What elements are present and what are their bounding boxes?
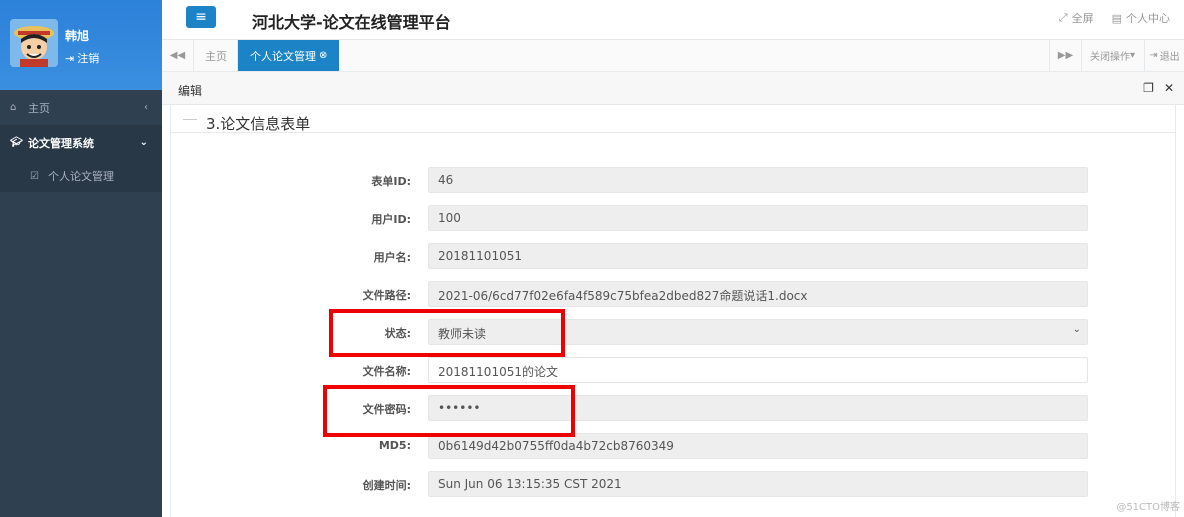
home-icon: ⌂ — [10, 102, 17, 113]
file-path-field[interactable]: 2021-06/6cd77f02e6fa4f589c75bfea2dbed827… — [428, 281, 1088, 307]
logout-label: 注销 — [77, 52, 100, 65]
sidebar: 韩旭 ⇥ 注销 ⌂ 主页 ‹ 🎓︎ 论文管理系统 ⌄ ☑ 个人论文管理 — [0, 0, 162, 517]
form-row-status: 状态: 教师未读 ⌄ — [171, 319, 1175, 345]
file-name-input[interactable]: 20181101051的论文 — [428, 357, 1088, 383]
chevron-left-icon: ‹ — [144, 102, 148, 113]
caret-down-icon: ▾ — [1129, 50, 1136, 61]
created-time-label: 创建时间: — [362, 479, 411, 492]
section-divider — [183, 119, 197, 120]
calendar-check-icon: ☑ — [30, 170, 39, 182]
section-header: 3.论文信息表单 — [171, 105, 1175, 133]
username-label: 用户名: — [373, 251, 411, 264]
form-row-username: 用户名: 20181101051 — [171, 243, 1175, 269]
form-row-user-id: 用户ID: 100 — [171, 205, 1175, 231]
sidebar-item-label: 主页 — [28, 101, 50, 115]
personal-center-label: 个人中心 — [1126, 12, 1170, 25]
edit-panel: 编辑 ❐ ✕ 3.论文信息表单 表单ID: 46 用户ID: 100 用户名: … — [162, 72, 1184, 517]
panel-header: 编辑 ❐ ✕ — [162, 72, 1184, 105]
password-highlight-box — [323, 385, 575, 437]
form-row-created-time: 创建时间: Sun Jun 06 13:15:35 CST 2021 — [171, 471, 1175, 497]
chevron-down-icon: ⌄ — [139, 137, 148, 148]
file-name-label: 文件名称: — [362, 365, 411, 378]
user-id-field[interactable]: 100 — [428, 205, 1088, 231]
created-time-field[interactable]: Sun Jun 06 13:15:35 CST 2021 — [428, 471, 1088, 497]
sidebar-item-thesis-system[interactable]: 🎓︎ 论文管理系统 ⌄ — [0, 125, 162, 160]
form-id-field[interactable]: 46 — [428, 167, 1088, 193]
logout-link[interactable]: ⇥ 注销 — [65, 50, 99, 66]
exit-button[interactable]: ⇥ 退出 — [1144, 40, 1184, 71]
logout-icon: ⇥ — [65, 51, 75, 65]
menu-toggle-button[interactable]: ≡ — [186, 6, 216, 28]
tab-home[interactable]: 主页 — [195, 40, 238, 71]
id-card-icon: ▤ — [1111, 11, 1122, 25]
fullscreen-label: 全屏 — [1071, 12, 1094, 25]
user-id-label: 用户ID: — [371, 213, 411, 226]
close-operations-dropdown[interactable]: 关闭操作 ▾ — [1081, 40, 1143, 71]
forward-icon: ▶▶ — [1057, 50, 1074, 61]
personal-center-button[interactable]: ▤ 个人中心 — [1112, 10, 1170, 26]
sidebar-item-personal-thesis[interactable]: ☑ 个人论文管理 — [0, 160, 162, 192]
sidebar-item-label: 论文管理系统 — [28, 136, 94, 150]
close-icon[interactable]: ✕ — [1164, 81, 1174, 95]
section-title: 3.论文信息表单 — [206, 115, 311, 133]
md5-label: MD5: — [378, 439, 411, 452]
fullscreen-button[interactable]: ⤢ 全屏 — [1059, 10, 1094, 26]
backward-icon: ◀◀ — [169, 50, 186, 61]
sign-out-icon: ⇥ — [1149, 50, 1158, 61]
close-ops-label: 关闭操作 — [1089, 52, 1130, 63]
maximize-icon[interactable]: ❐ — [1143, 81, 1154, 95]
top-navbar: ≡ 河北大学-论文在线管理平台 ⤢ 全屏 ▤ 个人中心 — [162, 0, 1184, 40]
chevron-down-icon: ⌄ — [1072, 324, 1081, 335]
exit-label: 退出 — [1159, 52, 1180, 63]
form-container: 3.论文信息表单 表单ID: 46 用户ID: 100 用户名: 2018110… — [170, 105, 1176, 517]
form-row-md5: MD5: 0b6149d42b0755ff0da4b72cb8760349 — [171, 433, 1175, 459]
sidebar-item-label: 个人论文管理 — [48, 170, 114, 183]
close-icon[interactable]: ⊗ — [319, 50, 327, 61]
user-name: 韩旭 — [65, 29, 90, 43]
username-field[interactable]: 20181101051 — [428, 243, 1088, 269]
tab-bar: ◀◀ 主页 个人论文管理 ⊗ ▶▶ 关闭操作 ▾ ⇥ 退出 — [162, 40, 1184, 72]
form-row-file-path: 文件路径: 2021-06/6cd77f02e6fa4f589c75bfea2d… — [171, 281, 1175, 307]
profile-area: 韩旭 ⇥ 注销 — [0, 0, 162, 90]
app-title: 河北大学-论文在线管理平台 — [252, 13, 451, 32]
status-highlight-box — [329, 309, 565, 357]
tab-personal-thesis[interactable]: 个人论文管理 ⊗ — [238, 40, 340, 71]
file-path-label: 文件路径: — [362, 289, 411, 302]
tab-label: 个人论文管理 — [250, 49, 316, 63]
form-row-file-name: 文件名称: 20181101051的论文 — [171, 357, 1175, 383]
tab-scroll-right-button[interactable]: ▶▶ — [1049, 40, 1081, 71]
form-row-form-id: 表单ID: 46 — [171, 167, 1175, 193]
graduation-cap-icon: 🎓︎ — [10, 137, 23, 148]
form-id-label: 表单ID: — [371, 175, 411, 188]
watermark: @51CTO博客 — [1116, 502, 1180, 513]
expand-icon: ⤢ — [1058, 11, 1068, 24]
hamburger-icon: ≡ — [195, 9, 207, 25]
form-row-file-password: 文件密码: •••••• — [171, 395, 1175, 421]
sidebar-item-home[interactable]: ⌂ 主页 ‹ — [0, 90, 162, 125]
avatar[interactable] — [10, 19, 58, 67]
panel-title: 编辑 — [178, 84, 203, 98]
tab-scroll-left-button[interactable]: ◀◀ — [162, 40, 194, 71]
